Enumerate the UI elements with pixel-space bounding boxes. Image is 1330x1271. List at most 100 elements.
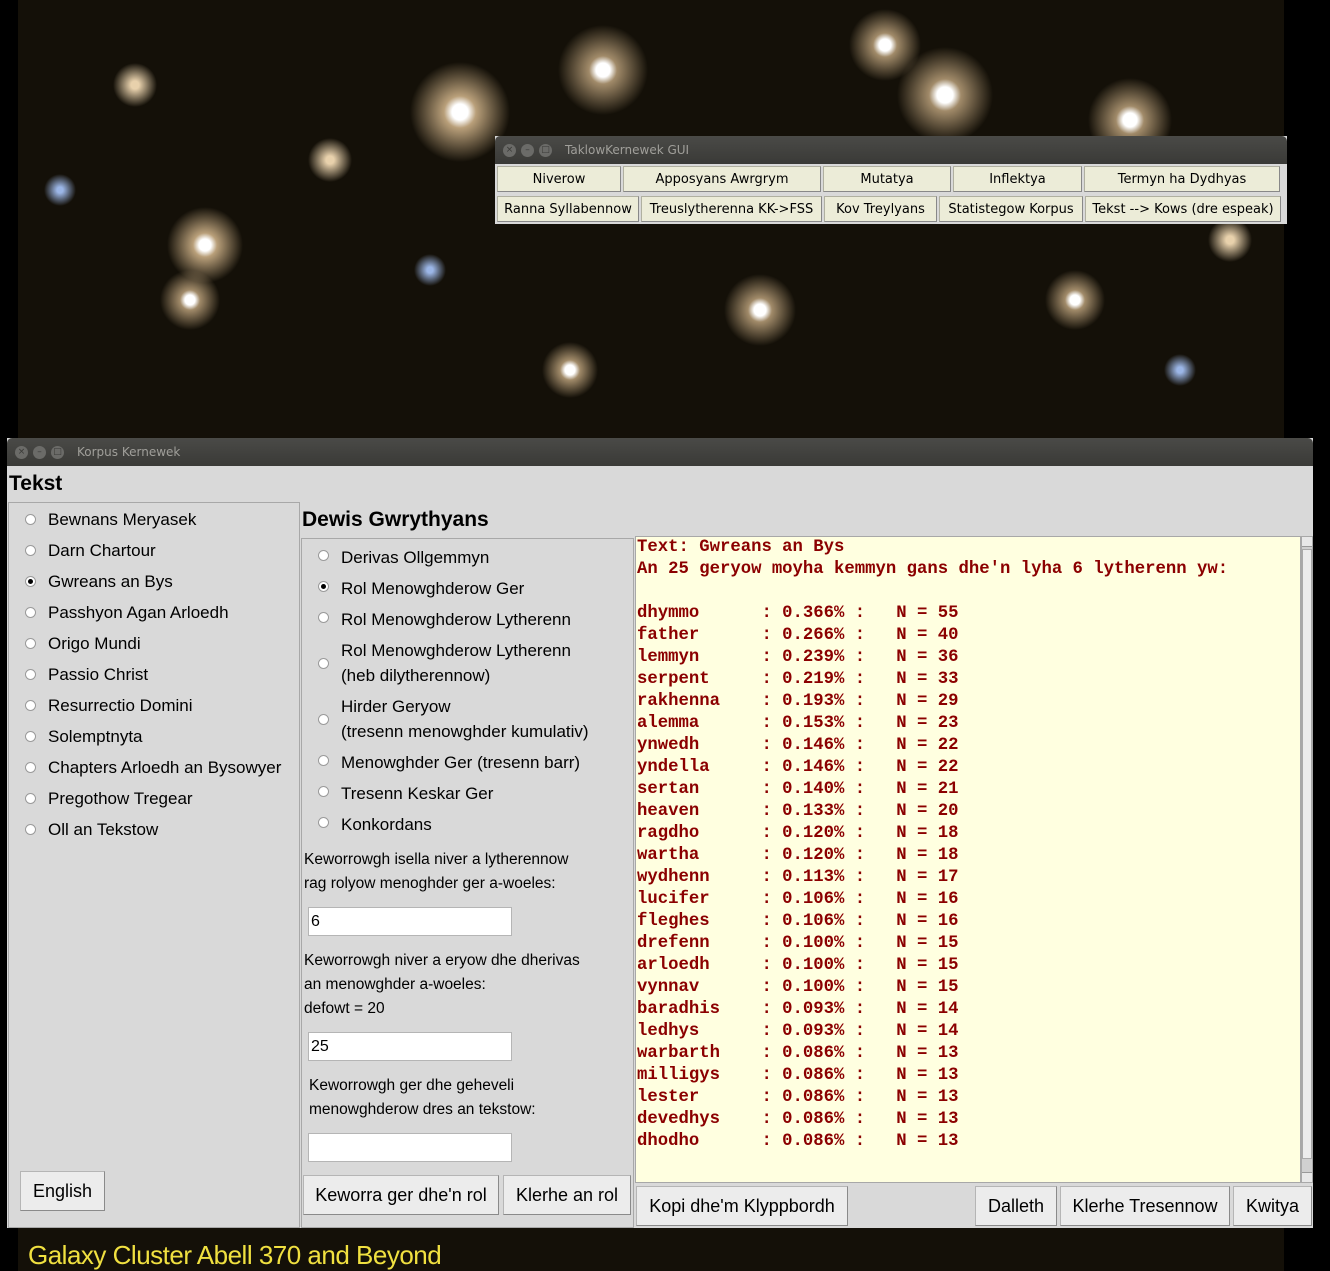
radio-button[interactable]	[25, 514, 36, 525]
quit-button[interactable]: Kwitya	[1233, 1186, 1312, 1226]
min-letters-input[interactable]	[308, 907, 512, 936]
radio-button[interactable]	[25, 638, 36, 649]
output-row: arloedh : 0.100% : N = 15	[637, 956, 959, 975]
action-option-line: Rol Menowghderow Lytherenn	[341, 641, 571, 660]
minimize-icon[interactable]: –	[521, 143, 534, 157]
action-option-label: Konkordans	[341, 812, 432, 837]
text-option[interactable]: Resurrectio Domini	[25, 693, 281, 724]
text-option-label: Oll an Tekstow	[48, 820, 159, 839]
statistegow-korpus-button[interactable]: Statistegow Korpus	[939, 196, 1083, 222]
output-row: dhodho : 0.086% : N = 13	[637, 1132, 959, 1151]
text-option-label: Chapters Arloedh an Bysowyer	[48, 758, 282, 777]
inflektya-button[interactable]: Inflektya	[953, 166, 1082, 192]
output-scrollbar[interactable]	[1301, 536, 1313, 1183]
actions-panel: Derivas Ollgemmyn Rol Menowghderow Ger Rol…	[301, 538, 634, 1228]
action-option[interactable]: Tresenn Keskar Ger	[318, 778, 589, 809]
radio-button[interactable]	[25, 669, 36, 680]
wallpaper-caption: Galaxy Cluster Abell 370 and Beyond	[28, 1240, 442, 1270]
korpus-titlebar[interactable]: × – □ Korpus Kernewek	[7, 438, 1313, 466]
radio-button[interactable]	[25, 762, 36, 773]
compare-word-input[interactable]	[308, 1133, 512, 1162]
minimize-icon[interactable]: –	[33, 445, 46, 459]
output-rows: dhymmo : 0.366% : N = 55 father : 0.266% …	[637, 603, 1300, 1153]
radio-button[interactable]	[25, 700, 36, 711]
output-row: lucifer : 0.106% : N = 16	[637, 890, 959, 909]
action-option-label: Menowghder Ger (tresenn barr)	[341, 750, 580, 775]
radio-button[interactable]	[25, 731, 36, 742]
text-option[interactable]: Pregothow Tregear	[25, 786, 281, 817]
action-option[interactable]: Hirder Geryow (tresenn menowghder kumulat…	[318, 691, 589, 747]
close-icon[interactable]: ×	[503, 143, 516, 157]
text-option[interactable]: Bewnans Meryasek	[25, 507, 281, 538]
text-option[interactable]: Darn Chartour	[25, 538, 281, 569]
mutatya-button[interactable]: Mutatya	[823, 166, 951, 192]
text-option[interactable]: Origo Mundi	[25, 631, 281, 662]
output-text-area[interactable]: Text: Gwreans an Bys An 25 geryow moyha …	[635, 536, 1301, 1183]
radio-button[interactable]	[318, 713, 329, 725]
maximize-icon[interactable]: □	[51, 445, 64, 459]
kov-treylyans-button[interactable]: Kov Treylyans	[824, 196, 937, 222]
action-option[interactable]: Konkordans	[318, 809, 589, 840]
radio-button[interactable]	[318, 816, 329, 828]
text-option[interactable]: Passhyon Agan Arloedh	[25, 600, 281, 631]
close-icon[interactable]: ×	[15, 445, 28, 459]
radio-button[interactable]	[25, 824, 36, 835]
output-row: father : 0.266% : N = 40	[637, 626, 959, 645]
text-option-label: Bewnans Meryasek	[48, 510, 197, 529]
radio-button[interactable]	[318, 754, 329, 766]
scroll-down-icon[interactable]	[1302, 1172, 1312, 1182]
output-row: dhymmo : 0.366% : N = 55	[637, 604, 959, 623]
copy-clipboard-button[interactable]: Kopi dhe'm Klyppbordh	[636, 1186, 848, 1226]
output-row: fleghes : 0.106% : N = 16	[637, 912, 959, 931]
english-button[interactable]: English	[20, 1171, 105, 1211]
action-option[interactable]: Derivas Ollgemmyn	[318, 542, 589, 573]
ranna-syllabennow-button[interactable]: Ranna Syllabennow	[497, 196, 639, 222]
radio-button[interactable]	[318, 657, 329, 669]
action-option-label: Rol Menowghderow Lytherenn (heb dilythere…	[341, 638, 571, 688]
action-option[interactable]: Rol Menowghderow Lytherenn	[318, 604, 589, 635]
taklow-titlebar[interactable]: × – □ TaklowKernewek GUI	[495, 136, 1287, 164]
niverow-button[interactable]: Niverow	[497, 166, 621, 192]
text-option[interactable]: Passio Christ	[25, 662, 281, 693]
tekst-kows-button[interactable]: Tekst --> Kows (dre espeak)	[1085, 196, 1281, 222]
radio-button[interactable]	[318, 611, 329, 623]
text-option[interactable]: Gwreans an Bys	[25, 569, 281, 600]
treuslytherenna-button[interactable]: Treuslytherenna KK->FSS	[641, 196, 822, 222]
action-option-line: Rol Menowghderow Lytherenn	[341, 610, 571, 629]
radio-button[interactable]	[318, 785, 329, 797]
output-row: baradhis : 0.093% : N = 14	[637, 1000, 959, 1019]
action-option[interactable]: Rol Menowghderow Ger	[318, 573, 589, 604]
korpus-window: × – □ Korpus Kernewek Tekst Bewnans Mery…	[7, 438, 1313, 1228]
termyn-ha-dydhyas-button[interactable]: Termyn ha Dydhyas	[1084, 166, 1280, 192]
clear-list-button[interactable]: Klerhe an rol	[503, 1175, 631, 1215]
text-option[interactable]: Solemptnyta	[25, 724, 281, 755]
action-option[interactable]: Menowghder Ger (tresenn barr)	[318, 747, 589, 778]
label-line: Keworrowgh ger dhe geheveli	[309, 1077, 515, 1094]
action-option-line: Rol Menowghderow Ger	[341, 579, 525, 598]
num-words-input[interactable]	[308, 1032, 512, 1061]
radio-button[interactable]	[318, 580, 329, 592]
add-word-button[interactable]: Keworra ger dhe'n rol	[303, 1175, 499, 1215]
maximize-icon[interactable]: □	[539, 143, 552, 157]
text-option-label: Gwreans an Bys	[48, 572, 173, 591]
radio-button[interactable]	[25, 576, 36, 587]
text-option[interactable]: Chapters Arloedh an Bysowyer	[25, 755, 281, 786]
output-row: drefenn : 0.100% : N = 15	[637, 934, 959, 953]
min-letters-label: Keworrowgh isella niver a lytherennow ra…	[304, 848, 569, 896]
radio-button[interactable]	[318, 549, 329, 561]
output-header: An 25 geryow moyha kemmyn gans dhe'n lyh…	[637, 560, 1229, 579]
start-button[interactable]: Dalleth	[975, 1186, 1057, 1226]
num-words-label: Keworrowgh niver a eryow dhe dherivas an…	[304, 949, 580, 1021]
text-option[interactable]: Oll an Tekstow	[25, 817, 281, 848]
radio-button[interactable]	[25, 545, 36, 556]
clear-plots-button[interactable]: Klerhe Tresennow	[1060, 1186, 1230, 1226]
scrollbar-thumb[interactable]	[1302, 549, 1312, 1159]
apposyans-awrgrym-button[interactable]: Apposyans Awrgrym	[623, 166, 821, 192]
compare-word-label: Keworrowgh ger dhe geheveli menowghderow…	[309, 1074, 536, 1122]
output-row: vynnav : 0.100% : N = 15	[637, 978, 959, 997]
action-option[interactable]: Rol Menowghderow Lytherenn (heb dilythere…	[318, 635, 589, 691]
dewis-heading: Dewis Gwrythyans	[302, 508, 489, 531]
radio-button[interactable]	[25, 793, 36, 804]
scroll-up-icon[interactable]	[1302, 537, 1312, 547]
radio-button[interactable]	[25, 607, 36, 618]
